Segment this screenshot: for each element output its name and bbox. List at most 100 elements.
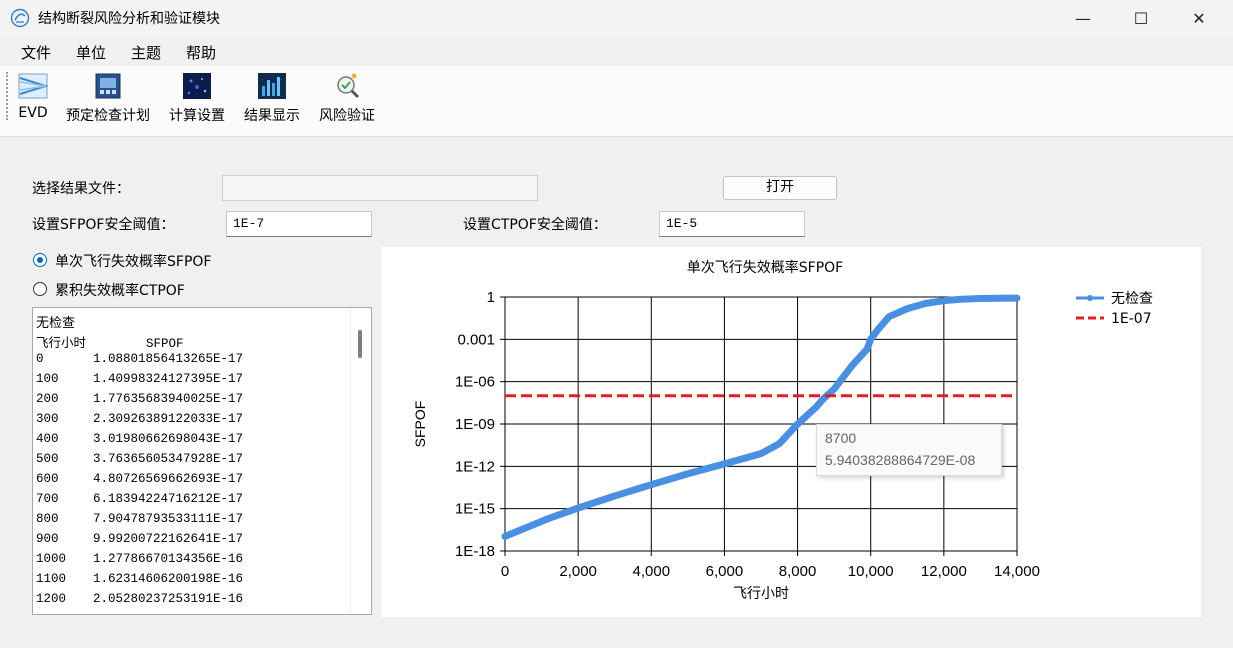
x-axis-label: 飞行小时 (733, 586, 789, 602)
listbox-row-value: 2.30926389122033E-17 (93, 412, 244, 426)
series-point (776, 441, 782, 447)
listbox-row-value: 9.99200722162641E-17 (93, 532, 244, 546)
listbox-row-value: 1.77635683940025E-17 (93, 392, 244, 406)
app-icon (10, 8, 30, 28)
menu-help[interactable]: 帮助 (186, 42, 216, 63)
toolbar-result-display-label: 结果显示 (244, 108, 300, 124)
listbox-row-hours: 800 (36, 512, 59, 526)
y-tick-label: 1E-12 (455, 458, 495, 475)
sfpof-threshold-label: 设置SFPOF安全阈值： (32, 217, 175, 233)
series-point (996, 295, 1002, 301)
series-point (977, 296, 983, 302)
legend-label: 无检查 (1111, 291, 1153, 307)
calc-settings-icon (183, 73, 211, 99)
ctpof-threshold-input[interactable]: 1E-5 (659, 211, 805, 237)
listbox-row-value: 6.18394224716212E-17 (93, 492, 244, 506)
sfpof-chart[interactable]: 0 2,000 4,000 6,000 8,000 10,000 12,000 14,000 1… (381, 247, 1201, 617)
x-tick-label: 12,000 (921, 563, 967, 580)
series-line (501, 294, 1021, 540)
series-point (875, 326, 881, 332)
menu-theme[interactable]: 主题 (131, 42, 161, 63)
open-button[interactable]: 打开 (723, 176, 837, 200)
y-tick-label: 1 (487, 289, 495, 306)
y-tick-label: 0.001 (457, 331, 495, 348)
series-point (923, 300, 929, 306)
series-point (648, 482, 654, 488)
x-tick-label: 14,000 (994, 563, 1040, 580)
listbox-scrollbar[interactable] (350, 308, 371, 614)
menu-units[interactable]: 单位 (76, 42, 106, 63)
y-axis-label: SFPOF (412, 401, 428, 448)
series-point (546, 515, 552, 521)
listbox-row-value: 3.76365605347928E-17 (93, 452, 244, 466)
close-button[interactable]: ✕ (1170, 0, 1228, 36)
y-tick-label: 1E-18 (455, 543, 495, 560)
listbox-row-value: 4.80726569662693E-17 (93, 472, 244, 486)
listbox-header: 飞行小时 SFPOF (36, 337, 184, 351)
listbox-row-hours: 1100 (36, 572, 67, 586)
listbox-row-hours: 700 (36, 492, 59, 506)
listbox-row-value: 1.40998324127395E-17 (93, 372, 244, 386)
toolbar-calc-settings-button[interactable]: 计算设置 (163, 70, 231, 130)
listbox-row-value: 1.08801856413265E-17 (93, 352, 244, 366)
listbox-row-hours: 400 (36, 432, 59, 446)
listbox-row-hours: 100 (36, 372, 59, 386)
result-file-input[interactable] (222, 175, 538, 201)
listbox-row-hours: 0 (36, 352, 44, 366)
sfpof-radio[interactable] (33, 253, 47, 267)
toolbar-risk-verify-label: 风险验证 (319, 108, 375, 124)
ctpof-radio-label[interactable]: 累积失效概率CTPOF (55, 280, 185, 300)
listbox-row-hours: 300 (36, 412, 59, 426)
y-tick-label: 1E-15 (455, 501, 495, 518)
result-listbox[interactable]: 无检查 飞行小时 SFPOF 0 1.08801856413265E-17 100 1… (32, 307, 372, 615)
listbox-row-value: 3.01980662698043E-17 (93, 432, 244, 446)
x-tick-label: 8,000 (779, 563, 817, 580)
menu-file[interactable]: 文件 (21, 42, 51, 63)
listbox-row-value: 1.62314606200198E-16 (93, 572, 244, 586)
listbox-row-value: 2.05280237253191E-16 (93, 592, 244, 606)
listbox-scroll-thumb[interactable] (358, 330, 362, 358)
toolbar-risk-verify-button[interactable]: 风险验证 (313, 70, 381, 130)
listbox-row-hours: 900 (36, 532, 59, 546)
toolbar-evd-button[interactable]: EVD (14, 70, 52, 130)
toolbar-result-display-button[interactable]: 结果显示 (238, 70, 306, 130)
series-point (575, 505, 581, 511)
tooltip-y-value: 5.94038288864729E-08 (825, 452, 976, 468)
toolbar-evd-label: EVD (18, 105, 48, 121)
series-point (959, 296, 965, 302)
series-point (904, 306, 910, 312)
x-tick-label: 4,000 (633, 563, 671, 580)
series-point (886, 314, 892, 320)
tooltip-x-value: 8700 (825, 430, 857, 446)
y-tick-label: 1E-09 (455, 416, 495, 433)
series-point (1014, 295, 1020, 301)
series-point (612, 493, 618, 499)
listbox-row-hours: 1000 (36, 552, 67, 566)
result-display-icon (258, 73, 286, 99)
risk-verify-icon (337, 73, 360, 99)
series-point (721, 461, 727, 467)
minimize-button[interactable]: — (1054, 0, 1112, 36)
listbox-title: 无检查 (36, 316, 76, 331)
series-point (685, 471, 691, 477)
toolbar-inspection-plan-button[interactable]: 预定检查计划 (60, 70, 156, 130)
listbox-row-value: 1.27786670134356E-16 (93, 552, 244, 566)
listbox-row-hours: 600 (36, 472, 59, 486)
series-point (758, 451, 764, 457)
ctpof-radio[interactable] (33, 282, 47, 296)
y-tick-label: 1E-06 (455, 374, 495, 391)
series-point (868, 336, 874, 342)
x-tick-label: 2,000 (559, 563, 597, 580)
series-point (820, 396, 826, 402)
window-title: 结构断裂风险分析和验证模块 (38, 11, 220, 27)
maximize-button[interactable]: ☐ (1112, 0, 1170, 36)
sfpof-threshold-input[interactable]: 1E-7 (226, 211, 372, 237)
evd-icon (18, 73, 48, 99)
x-tick-label: 6,000 (706, 563, 744, 580)
x-tick-label: 10,000 (848, 563, 894, 580)
series-point (849, 362, 855, 368)
inspection-plan-icon (95, 73, 121, 99)
series-point (941, 298, 947, 304)
sfpof-radio-label[interactable]: 单次飞行失效概率SFPOF (55, 251, 211, 271)
toolbar-grip[interactable] (6, 72, 10, 120)
